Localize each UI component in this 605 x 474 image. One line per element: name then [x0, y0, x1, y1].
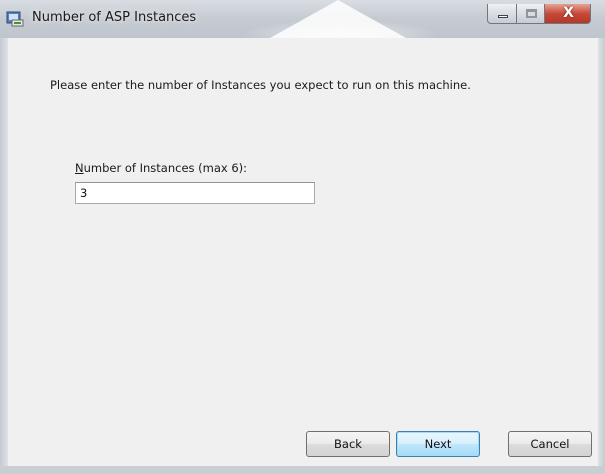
window-title: Number of ASP Instances — [32, 10, 197, 25]
window-frame-left — [0, 38, 8, 474]
minimize-icon — [498, 15, 508, 18]
instances-label-text: umber of Instances (max 6): — [83, 161, 248, 175]
next-button[interactable]: Next — [396, 431, 480, 457]
title-bar-glow-soft — [240, 20, 440, 38]
cancel-button[interactable]: Cancel — [508, 431, 592, 457]
close-icon: X — [563, 5, 574, 21]
installer-icon — [6, 11, 24, 27]
window-frame-right — [598, 38, 605, 474]
instances-label-mnemonic: N — [75, 161, 84, 175]
instances-input[interactable] — [75, 182, 315, 204]
dialog-body — [0, 38, 605, 474]
instruction-text: Please enter the number of Instances you… — [50, 78, 471, 92]
maximize-button[interactable] — [516, 4, 545, 24]
window-frame-bottom — [0, 466, 605, 474]
maximize-icon — [526, 9, 537, 18]
close-button[interactable]: X — [544, 4, 591, 24]
title-bar[interactable]: Number of ASP Instances X — [0, 0, 605, 38]
minimize-button[interactable] — [487, 4, 517, 24]
instances-label: Number of Instances (max 6): — [75, 161, 247, 175]
window-controls: X — [487, 4, 601, 26]
back-button[interactable]: Back — [306, 431, 390, 457]
